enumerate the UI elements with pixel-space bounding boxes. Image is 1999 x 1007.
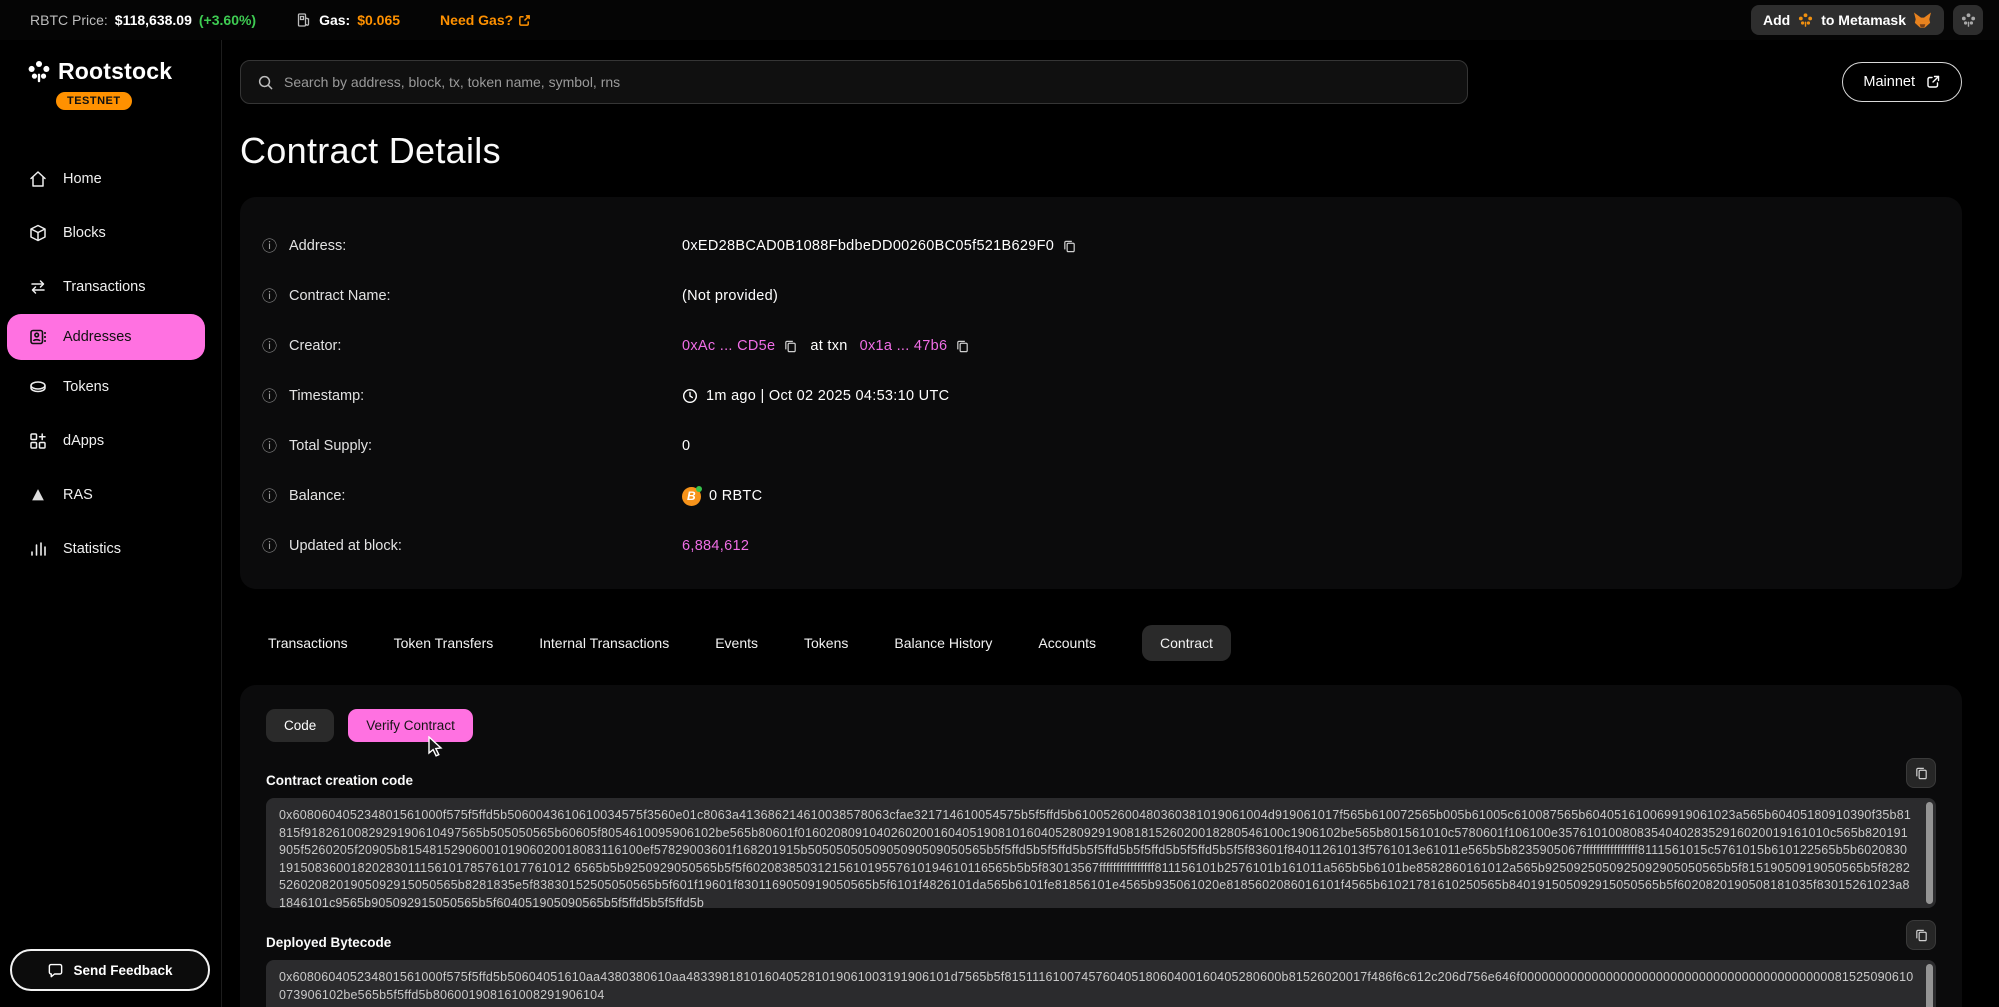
search-icon [257,74,274,91]
creation-code-box[interactable]: 0x608060405234801561000f575f5ffd5b506004… [266,798,1936,908]
sidebar-item-addresses[interactable]: Addresses [7,314,205,360]
gas-pump-icon [296,12,312,28]
tab-balance-history[interactable]: Balance History [894,625,992,661]
total-supply-value: 0 [682,438,690,454]
detail-row-updated-block: ⓘUpdated at block: 6,884,612 [262,521,1934,571]
tab-tokens[interactable]: Tokens [804,625,848,661]
address-tabs: Transactions Token Transfers Internal Tr… [240,625,1962,661]
rootstock-flower-icon [1960,12,1977,29]
send-feedback-button[interactable]: Send Feedback [10,949,210,991]
feedback-bubble-icon [47,962,64,979]
contract-details-panel: ⓘAddress: 0xED28BCAD0B1088FbdbeDD00260BC… [240,197,1962,589]
scrollbar[interactable] [1926,964,1933,1007]
copy-icon[interactable] [955,339,970,354]
sidebar-item-dapps[interactable]: dApps [0,414,221,468]
creator-tx-link[interactable]: 0x1a ... 47b6 [860,338,948,354]
brand-name: Rootstock [58,58,172,85]
copy-icon [1914,928,1929,943]
rbtc-price-value: $118,638.09 [115,12,192,28]
tab-events[interactable]: Events [715,625,758,661]
address-value: 0xED28BCAD0B1088FbdbeDD00260BC05f521B629… [682,238,1054,254]
creator-address-link[interactable]: 0xAc ... CD5e [682,338,775,354]
addresses-icon [27,327,49,347]
mainnet-button[interactable]: Mainnet [1842,62,1962,102]
tab-contract[interactable]: Contract [1142,625,1231,661]
gas-label: Gas: [319,12,350,28]
page-title: Contract Details [240,130,1962,172]
scrollbar[interactable] [1926,802,1933,904]
sidebar-item-ras[interactable]: RAS [0,468,221,522]
rootstock-flower-icon [26,59,52,85]
detail-row-creator: ⓘCreator: 0xAc ... CD5e at txn 0x1a ... … [262,321,1934,371]
sidebar-item-transactions[interactable]: Transactions [0,260,221,314]
metamask-fox-icon [1913,12,1932,29]
copy-icon[interactable] [783,339,798,354]
need-gas-link[interactable]: Need Gas? [440,12,531,28]
detail-row-total-supply: ⓘTotal Supply: 0 [262,421,1934,471]
detail-row-address: ⓘAddress: 0xED28BCAD0B1088FbdbeDD00260BC… [262,221,1934,271]
deployed-bytecode-label: Deployed Bytecode [266,935,391,950]
search-input[interactable] [284,74,1451,90]
contract-name-value: (Not provided) [682,288,778,304]
rootstock-settings-button[interactable] [1953,5,1983,35]
sidebar-item-statistics[interactable]: Statistics [0,522,221,576]
deployed-bytecode-text: 0x608060405234801561000f575f5ffd5b506040… [279,969,1914,1004]
statistics-icon [27,539,49,559]
clock-icon [682,388,698,404]
creator-connector: at txn [810,338,847,354]
rootstock-flower-icon [1797,12,1814,29]
transactions-icon [27,277,49,297]
sidebar-item-blocks[interactable]: Blocks [0,206,221,260]
verify-contract-button[interactable]: Verify Contract [348,709,473,742]
rbtc-price-change: (+3.60%) [199,12,256,28]
copy-icon[interactable] [1062,239,1077,254]
detail-row-balance: ⓘBalance: B 0 RBTC [262,471,1934,521]
tab-internal-transactions[interactable]: Internal Transactions [539,625,669,661]
blocks-icon [27,223,49,243]
tab-accounts[interactable]: Accounts [1038,625,1096,661]
rbtc-price-label: RBTC Price: [30,12,108,28]
info-icon: ⓘ [262,439,277,454]
creation-code-text: 0x608060405234801561000f575f5ffd5b506004… [279,807,1914,908]
info-icon: ⓘ [262,339,277,354]
timestamp-value: 1m ago | Oct 02 2025 04:53:10 UTC [706,388,949,404]
ras-icon [27,486,49,504]
rbtc-coin-icon: B [682,487,701,506]
copy-deployed-bytecode-button[interactable] [1906,920,1936,950]
gas-value: $0.065 [357,12,400,28]
info-icon: ⓘ [262,539,277,554]
external-link-icon [518,14,531,27]
add-to-metamask-button[interactable]: Add to Metamask [1751,5,1944,35]
sidebar: Rootstock TESTNET Home Blocks Transactio… [0,40,222,1007]
info-icon: ⓘ [262,289,277,304]
home-icon [27,169,49,189]
info-icon: ⓘ [262,389,277,404]
contract-code-panel: Code Verify Contract Contract creation c… [240,685,1962,1007]
testnet-badge: TESTNET [56,92,132,110]
main-content: Mainnet Contract Details ⓘAddress: 0xED2… [222,40,1999,1007]
tokens-icon [27,377,49,397]
rootstock-explorer-app: RBTC Price: $118,638.09 (+3.60%) Gas: $0… [0,0,1999,1007]
sidebar-item-home[interactable]: Home [0,152,221,206]
sidebar-nav: Home Blocks Transactions Addresses Token… [0,152,221,576]
creation-code-label: Contract creation code [266,773,413,788]
info-icon: ⓘ [262,239,277,254]
tab-transactions[interactable]: Transactions [268,625,348,661]
deployed-bytecode-box[interactable]: 0x608060405234801561000f575f5ffd5b506040… [266,960,1936,1007]
external-link-icon [1925,74,1941,90]
search-bar[interactable] [240,60,1468,104]
topbar: RBTC Price: $118,638.09 (+3.60%) Gas: $0… [0,0,1999,40]
detail-row-contract-name: ⓘContract Name: (Not provided) [262,271,1934,321]
info-icon: ⓘ [262,489,277,504]
rootstock-logo[interactable]: Rootstock [26,58,221,85]
dapps-icon [27,431,49,451]
tab-token-transfers[interactable]: Token Transfers [394,625,494,661]
detail-row-timestamp: ⓘTimestamp: 1m ago | Oct 02 2025 04:53:1… [262,371,1934,421]
code-tab-button[interactable]: Code [266,709,334,742]
sidebar-item-tokens[interactable]: Tokens [0,360,221,414]
balance-value: 0 RBTC [709,488,762,504]
updated-block-link[interactable]: 6,884,612 [682,538,749,554]
copy-icon [1914,766,1929,781]
copy-creation-code-button[interactable] [1906,758,1936,788]
